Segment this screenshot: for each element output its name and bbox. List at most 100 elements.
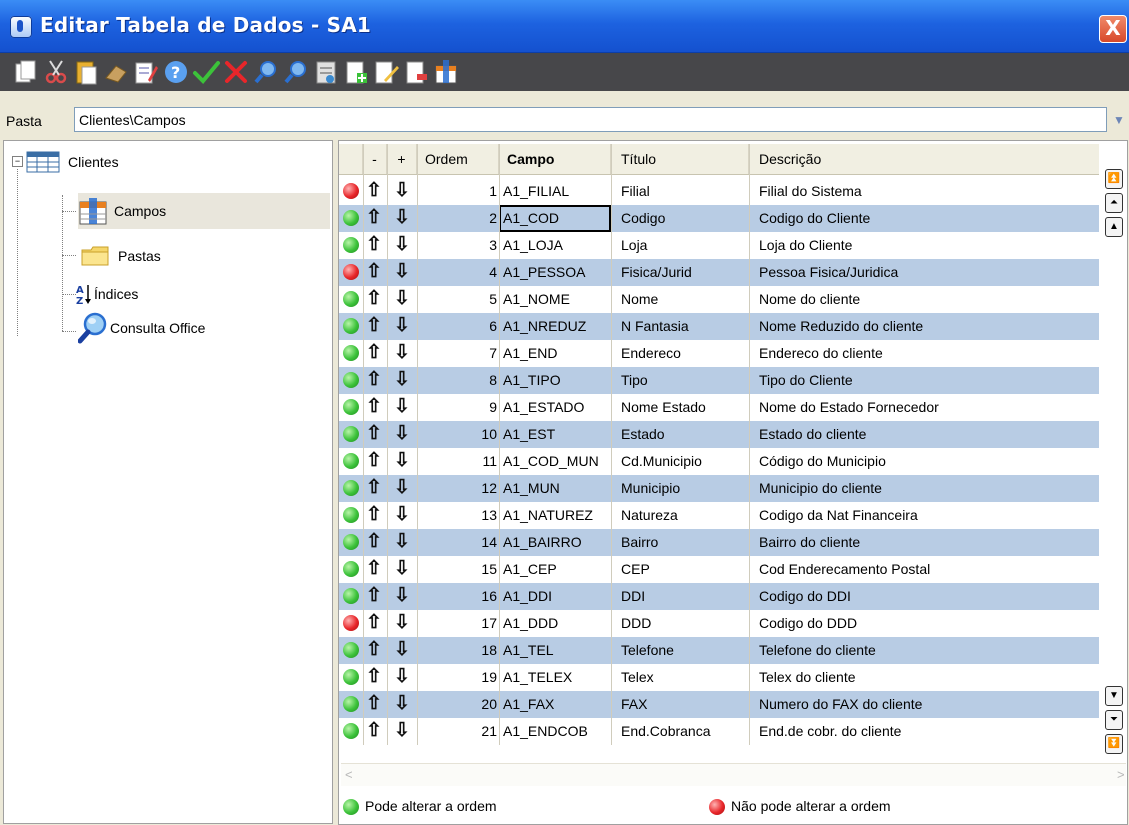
cell-titulo[interactable]: End.Cobranca	[611, 718, 749, 745]
cell-descricao[interactable]: Pessoa Fisica/Juridica	[749, 259, 1099, 286]
cell-descricao[interactable]: Municipio do cliente	[749, 475, 1099, 502]
copy-icon[interactable]	[12, 58, 40, 86]
cell-descricao[interactable]: Codigo do DDD	[749, 610, 1099, 637]
cell-descricao[interactable]: Codigo do DDI	[749, 583, 1099, 610]
move-up-icon[interactable]: ⇧	[366, 665, 382, 689]
cut-icon[interactable]	[42, 58, 70, 86]
cell-campo[interactable]: A1_DDD	[499, 610, 611, 637]
cell-campo[interactable]: A1_NREDUZ	[499, 313, 611, 340]
cell-campo[interactable]: A1_TEL	[499, 637, 611, 664]
cell-titulo[interactable]: Telefone	[611, 637, 749, 664]
move-down-icon[interactable]: ⇩	[394, 179, 410, 203]
cell-campo[interactable]: A1_EST	[499, 421, 611, 448]
cell-descricao[interactable]: Nome do Estado Fornecedor	[749, 394, 1099, 421]
table-row[interactable]: ⇧ ⇩ 10 A1_EST Estado Estado do cliente	[339, 421, 1099, 448]
chevron-down-icon[interactable]: ▼	[1110, 110, 1128, 130]
cancel-icon[interactable]	[222, 58, 250, 86]
table-row[interactable]: ⇧ ⇩ 5 A1_NOME Nome Nome do cliente	[339, 286, 1099, 313]
cell-descricao[interactable]: Estado do cliente	[749, 421, 1099, 448]
move-up-icon[interactable]: ⇧	[366, 206, 382, 230]
header-ordem[interactable]: Ordem	[417, 144, 499, 174]
table-row[interactable]: ⇧ ⇩ 20 A1_FAX FAX Numero do FAX do cliente	[339, 691, 1099, 718]
move-up-icon[interactable]: ⇧	[366, 422, 382, 446]
move-down-icon[interactable]: ⇩	[394, 422, 410, 446]
move-up-icon[interactable]: ⇧	[366, 503, 382, 527]
close-button[interactable]: X	[1099, 15, 1127, 43]
tree-item-indices[interactable]: A Z Índices	[76, 279, 138, 309]
cell-titulo[interactable]: Cd.Municipio	[611, 448, 749, 475]
cell-descricao[interactable]: Telefone do cliente	[749, 637, 1099, 664]
move-up-icon[interactable]: ⇧	[366, 341, 382, 365]
cell-campo[interactable]: A1_DDI	[499, 583, 611, 610]
move-up-icon[interactable]: ⇧	[366, 395, 382, 419]
move-up-icon[interactable]: ⇧	[366, 611, 382, 635]
cell-descricao[interactable]: Cod Enderecamento Postal	[749, 556, 1099, 583]
move-up-icon[interactable]: ⇧	[366, 638, 382, 662]
cell-titulo[interactable]: Nome Estado	[611, 394, 749, 421]
move-up-icon[interactable]: ⇧	[366, 476, 382, 500]
edit-document-icon[interactable]	[372, 58, 400, 86]
cell-titulo[interactable]: DDI	[611, 583, 749, 610]
move-down-icon[interactable]: ⇩	[394, 260, 410, 284]
cell-descricao[interactable]: Endereco do cliente	[749, 340, 1099, 367]
cell-descricao[interactable]: Filial do Sistema	[749, 178, 1099, 205]
cell-campo[interactable]: A1_BAIRRO	[499, 529, 611, 556]
delete-document-icon[interactable]	[402, 58, 430, 86]
pasta-field[interactable]: Clientes\Campos	[74, 107, 1107, 132]
tree-item-pastas[interactable]: Pastas	[80, 241, 161, 271]
table-row[interactable]: ⇧ ⇩ 8 A1_TIPO Tipo Tipo do Cliente	[339, 367, 1099, 394]
move-down-icon[interactable]: ⇩	[394, 368, 410, 392]
move-down-icon[interactable]: ⇩	[394, 206, 410, 230]
cell-titulo[interactable]: DDD	[611, 610, 749, 637]
cell-campo[interactable]: A1_TIPO	[499, 367, 611, 394]
cell-campo[interactable]: A1_ENDCOB	[499, 718, 611, 745]
cell-campo[interactable]: A1_FILIAL	[499, 178, 611, 205]
table-row[interactable]: ⇧ ⇩ 3 A1_LOJA Loja Loja do Cliente	[339, 232, 1099, 259]
check-icon[interactable]	[192, 58, 220, 86]
header-campo[interactable]: Campo	[499, 144, 611, 174]
scroll-page-up-icon[interactable]: ⏶	[1105, 193, 1123, 213]
cell-campo[interactable]: A1_LOJA	[499, 232, 611, 259]
move-down-icon[interactable]: ⇩	[394, 314, 410, 338]
move-up-icon[interactable]: ⇧	[366, 368, 382, 392]
cell-campo[interactable]: A1_ESTADO	[499, 394, 611, 421]
tree-item-campos[interactable]: Campos	[78, 193, 330, 229]
scroll-right-icon[interactable]: >	[1117, 767, 1125, 782]
header-titulo[interactable]: Título	[611, 144, 749, 174]
help-icon[interactable]: ?	[162, 58, 190, 86]
move-down-icon[interactable]: ⇩	[394, 692, 410, 716]
paste-icon[interactable]	[72, 58, 100, 86]
tree-item-consulta-office[interactable]: Consulta Office	[78, 312, 205, 344]
table-row[interactable]: ⇧ ⇩ 1 A1_FILIAL Filial Filial do Sistema	[339, 178, 1099, 205]
cell-descricao[interactable]: Bairro do cliente	[749, 529, 1099, 556]
cell-titulo[interactable]: Loja	[611, 232, 749, 259]
cell-titulo[interactable]: Fisica/Jurid	[611, 259, 749, 286]
table-row[interactable]: ⇧ ⇩ 9 A1_ESTADO Nome Estado Nome do Estado Fo…	[339, 394, 1099, 421]
cell-descricao[interactable]: Loja do Cliente	[749, 232, 1099, 259]
horizontal-scrollbar[interactable]: < >	[341, 763, 1126, 786]
cell-titulo[interactable]: Tipo	[611, 367, 749, 394]
move-down-icon[interactable]: ⇩	[394, 584, 410, 608]
table-row[interactable]: ⇧ ⇩ 13 A1_NATUREZ Natureza Codigo da Nat Fina…	[339, 502, 1099, 529]
cell-titulo[interactable]: Codigo	[611, 205, 749, 232]
cell-campo[interactable]: A1_CEP	[499, 556, 611, 583]
move-up-icon[interactable]: ⇧	[366, 449, 382, 473]
cell-campo[interactable]: A1_TELEX	[499, 664, 611, 691]
cell-titulo[interactable]: FAX	[611, 691, 749, 718]
table-row[interactable]: ⇧ ⇩ 4 A1_PESSOA Fisica/Jurid Pessoa Fisica/Ju…	[339, 259, 1099, 286]
table-row[interactable]: ⇧ ⇩ 12 A1_MUN Municipio Municipio do cliente	[339, 475, 1099, 502]
header-descricao[interactable]: Descrição	[749, 144, 1099, 174]
table-row[interactable]: ⇧ ⇩ 19 A1_TELEX Telex Telex do cliente	[339, 664, 1099, 691]
move-down-icon[interactable]: ⇩	[394, 611, 410, 635]
form-icon[interactable]	[312, 58, 340, 86]
move-up-icon[interactable]: ⇧	[366, 233, 382, 257]
cell-campo[interactable]: A1_COD_MUN	[499, 448, 611, 475]
table-insert-icon[interactable]	[432, 58, 460, 86]
cell-titulo[interactable]: Natureza	[611, 502, 749, 529]
move-down-icon[interactable]: ⇩	[394, 665, 410, 689]
cell-descricao[interactable]: Nome Reduzido do cliente	[749, 313, 1099, 340]
cell-campo[interactable]: A1_MUN	[499, 475, 611, 502]
table-row[interactable]: ⇧ ⇩ 6 A1_NREDUZ N Fantasia Nome Reduzido do c…	[339, 313, 1099, 340]
search-next-icon[interactable]	[282, 58, 310, 86]
scroll-left-icon[interactable]: <	[345, 767, 353, 782]
